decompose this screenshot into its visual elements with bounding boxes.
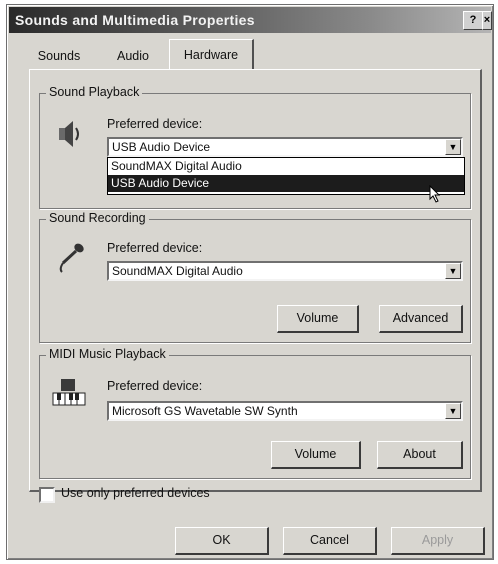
chevron-down-icon[interactable]: ▼	[445, 403, 461, 419]
tab-sounds[interactable]: Sounds	[29, 43, 89, 69]
tab-sounds-label: Sounds	[37, 49, 81, 63]
button-label: Volume	[296, 311, 339, 325]
tab-hardware[interactable]: Hardware	[169, 39, 254, 70]
microphone-icon	[59, 243, 84, 273]
dropdown-option-highlighted[interactable]: USB Audio Device	[108, 175, 464, 192]
recording-volume-button[interactable]: Volume	[277, 305, 359, 333]
button-label: OK	[212, 533, 231, 547]
midi-about-button[interactable]: About	[377, 441, 463, 469]
recording-preferred-label: Preferred device:	[107, 241, 203, 255]
close-icon: ×	[483, 14, 491, 26]
recording-selected-value: SoundMAX Digital Audio	[112, 264, 243, 278]
playback-device-select[interactable]: USB Audio Device ▼	[107, 137, 463, 157]
button-label: Volume	[294, 447, 337, 461]
apply-button[interactable]: Apply	[391, 527, 485, 555]
playback-selected-value: USB Audio Device	[112, 140, 211, 154]
button-label: Cancel	[310, 533, 349, 547]
chevron-down-icon[interactable]: ▼	[445, 263, 461, 279]
dropdown-option[interactable]: SoundMAX Digital Audio	[108, 158, 464, 175]
button-label: Advanced	[392, 311, 449, 325]
playback-dropdown-list: SoundMAX Digital Audio USB Audio Device	[107, 157, 465, 195]
midi-device-select[interactable]: Microsoft GS Wavetable SW Synth ▼	[107, 401, 463, 421]
close-button[interactable]: ×	[482, 11, 492, 30]
midi-selected-value: Microsoft GS Wavetable SW Synth	[112, 404, 298, 418]
tab-audio[interactable]: Audio	[105, 43, 161, 69]
use-only-preferred-checkbox[interactable]	[39, 487, 55, 503]
cancel-button[interactable]: Cancel	[283, 527, 377, 555]
group-label: MIDI Music Playback	[46, 347, 169, 361]
group-label: Sound Playback	[46, 85, 143, 99]
midi-keyboard-icon	[52, 379, 86, 406]
use-only-preferred-label: Use only preferred devices	[61, 486, 210, 500]
help-icon: ?	[469, 14, 477, 26]
chevron-down-icon[interactable]: ▼	[445, 139, 461, 155]
recording-device-select[interactable]: SoundMAX Digital Audio ▼	[107, 261, 463, 281]
recording-advanced-button[interactable]: Advanced	[379, 305, 463, 333]
group-label: Sound Recording	[46, 211, 149, 225]
title-bar: Sounds and Multimedia Properties	[9, 7, 491, 33]
playback-preferred-label: Preferred device:	[107, 117, 203, 131]
window-title: Sounds and Multimedia Properties	[15, 12, 255, 28]
button-label: About	[403, 447, 436, 461]
midi-preferred-label: Preferred device:	[107, 379, 203, 393]
tab-audio-label: Audio	[117, 49, 149, 63]
mouse-cursor-icon	[429, 185, 441, 203]
properties-dialog: Sounds and Multimedia Properties ? × Sou…	[6, 4, 494, 560]
help-button[interactable]: ?	[463, 11, 483, 30]
tab-hardware-label: Hardware	[183, 48, 239, 62]
ok-button[interactable]: OK	[175, 527, 269, 555]
midi-volume-button[interactable]: Volume	[271, 441, 361, 469]
button-label: Apply	[421, 533, 454, 547]
speaker-icon	[59, 121, 79, 147]
